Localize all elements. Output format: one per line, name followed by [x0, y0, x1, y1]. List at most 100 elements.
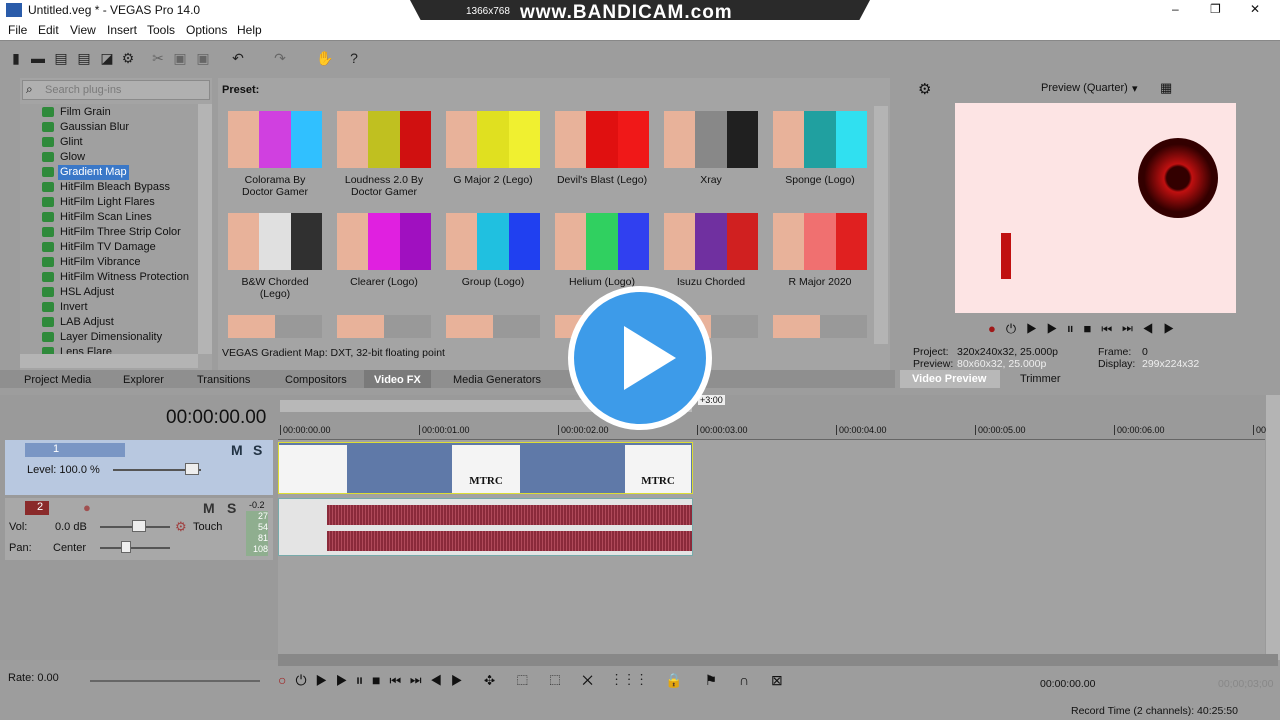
tree-hscrollbar[interactable]: [20, 354, 198, 368]
plugin-item[interactable]: HitFilm Witness Protection: [42, 270, 191, 285]
preset-item[interactable]: R Major 2020: [773, 213, 867, 288]
preset-item[interactable]: Colorama By Doctor Gamer: [228, 111, 322, 198]
tab-project-media[interactable]: Project Media: [24, 374, 91, 386]
plugin-item[interactable]: HitFilm Scan Lines: [42, 210, 154, 225]
menu-insert[interactable]: Insert: [107, 23, 137, 37]
cut-icon[interactable]: ✂: [150, 50, 166, 66]
tree-scrollbar[interactable]: [198, 104, 212, 354]
preview-transport[interactable]: ●⏻▶▶⏸■⏮⏭◀▶: [988, 321, 1184, 337]
tab-compositors[interactable]: Compositors: [285, 374, 347, 386]
gear-icon[interactable]: ⚙: [120, 50, 136, 66]
cursor-time[interactable]: 00:00:00.00: [1040, 678, 1095, 690]
save-as-icon[interactable]: ▤: [76, 50, 92, 66]
preset-item[interactable]: [773, 315, 867, 338]
preset-label: Clearer (Logo): [350, 276, 418, 288]
grid-icon[interactable]: ▦: [1160, 80, 1172, 96]
level-slider-thumb[interactable]: [185, 463, 199, 475]
menu-options[interactable]: Options: [186, 23, 227, 37]
vol-slider-thumb[interactable]: [132, 520, 146, 532]
plugin-item[interactable]: Layer Dimensionality: [42, 330, 164, 345]
preset-item[interactable]: Xray: [664, 111, 758, 186]
pan-slider-thumb[interactable]: [121, 541, 131, 553]
preset-item[interactable]: Sponge (Logo): [773, 111, 867, 186]
tab-media-generators[interactable]: Media Generators: [453, 374, 541, 386]
record-arm-icon[interactable]: ●: [83, 500, 91, 515]
tab-video-fx[interactable]: Video FX: [364, 370, 431, 388]
plugin-item[interactable]: HitFilm Light Flares: [42, 195, 157, 210]
plugin-item[interactable]: HitFilm Three Strip Color: [42, 225, 183, 240]
audio-clip[interactable]: [278, 498, 693, 556]
mute-button[interactable]: M: [203, 500, 215, 516]
plugin-item[interactable]: Film Grain: [42, 105, 113, 120]
timeline-hscrollbar[interactable]: [278, 654, 1278, 666]
preset-thumbnail: [773, 315, 867, 338]
maximize-button[interactable]: ❐: [1210, 2, 1221, 16]
timeline-vscrollbar[interactable]: [1266, 395, 1280, 660]
pan-slider[interactable]: [100, 547, 170, 549]
tab-transitions[interactable]: Transitions: [197, 374, 250, 386]
menu-help[interactable]: Help: [237, 23, 262, 37]
plugin-item[interactable]: HSL Adjust: [42, 285, 116, 300]
video-clip[interactable]: MTRC MTRC: [278, 442, 693, 494]
solo-button[interactable]: S: [227, 500, 236, 516]
preset-scrollbar[interactable]: [874, 106, 888, 344]
plugin-item[interactable]: Gradient Map: [42, 165, 129, 180]
preset-item[interactable]: Loudness 2.0 By Doctor Gamer: [337, 111, 431, 198]
plugin-item[interactable]: HitFilm Vibrance: [42, 255, 143, 270]
menu-view[interactable]: View: [70, 23, 96, 37]
new-icon[interactable]: ▮: [8, 50, 24, 66]
paste-icon[interactable]: ▣: [195, 50, 211, 66]
copy-icon[interactable]: ▣: [172, 50, 188, 66]
preset-item[interactable]: Devil's Blast (Lego): [555, 111, 649, 186]
plugin-icon: [42, 122, 54, 132]
undo-icon[interactable]: ↶: [230, 50, 246, 66]
preview-quality-dropdown[interactable]: Preview (Quarter): [1041, 82, 1128, 94]
minimize-button[interactable]: –: [1172, 2, 1179, 16]
help-icon[interactable]: ?: [346, 50, 362, 66]
search-input[interactable]: Search plug-ins: [22, 80, 210, 100]
plugin-item[interactable]: Invert: [42, 300, 90, 315]
render-icon[interactable]: ◪: [99, 50, 115, 66]
redo-icon[interactable]: ↷: [272, 50, 288, 66]
mute-button[interactable]: M: [231, 442, 243, 458]
tab-trimmer[interactable]: Trimmer: [1020, 373, 1061, 385]
save-icon[interactable]: ▤: [53, 50, 69, 66]
plugin-item[interactable]: Glow: [42, 150, 87, 165]
automation-mode-dropdown[interactable]: Touch: [193, 521, 222, 533]
open-icon[interactable]: ▬: [30, 50, 46, 66]
rate-slider[interactable]: [90, 680, 260, 682]
solo-button[interactable]: S: [253, 442, 262, 458]
tab-video-preview[interactable]: Video Preview: [900, 370, 1000, 388]
preset-item[interactable]: [446, 315, 540, 338]
menu-file[interactable]: File: [8, 23, 27, 37]
preset-item[interactable]: Clearer (Logo): [337, 213, 431, 288]
gear-icon[interactable]: ⚙: [175, 519, 187, 535]
plugin-item[interactable]: HitFilm Bleach Bypass: [42, 180, 172, 195]
hand-icon[interactable]: ✋: [316, 50, 333, 66]
preset-item[interactable]: Helium (Logo): [555, 213, 649, 288]
preset-item[interactable]: B&W Chorded (Lego): [228, 213, 322, 300]
plugin-item[interactable]: LAB Adjust: [42, 315, 116, 330]
transport-controls[interactable]: ○⏻▶▶⏸■⏮⏭◀▶ ✥ ⬚ ⬚ ✕ ⋮⋮⋮ 🔒 ⚑ ∩ ⊠: [278, 672, 1278, 698]
plugin-item[interactable]: Glint: [42, 135, 85, 150]
menu-edit[interactable]: Edit: [38, 23, 59, 37]
close-button[interactable]: ✕: [1250, 2, 1260, 16]
preset-item[interactable]: [337, 315, 431, 338]
plugin-item[interactable]: HitFilm TV Damage: [42, 240, 158, 255]
tab-explorer[interactable]: Explorer: [123, 374, 164, 386]
plugin-item[interactable]: Lens Flare: [42, 345, 114, 354]
preset-item[interactable]: Group (Logo): [446, 213, 540, 288]
preset-item[interactable]: [228, 315, 322, 338]
plugin-item[interactable]: Gaussian Blur: [42, 120, 131, 135]
time-ruler[interactable]: 00:00:00.00 00:00:01.00 00:00:02.00 00:00:0…: [278, 420, 1269, 440]
preset-item[interactable]: Isuzu Chorded: [664, 213, 758, 288]
ruler-tick-label: 00:00:03.00: [697, 425, 748, 435]
toolbar: ▮ ▬ ▤ ▤ ◪ ⚙ ✂ ▣ ▣ ↶ ↷ ✋ ?: [0, 40, 1280, 75]
menu-tools[interactable]: Tools: [147, 23, 175, 37]
preset-item[interactable]: G Major 2 (Lego): [446, 111, 540, 186]
end-time[interactable]: 00;00;03;00: [1218, 678, 1273, 690]
gear-icon[interactable]: ⚙: [918, 80, 931, 98]
chevron-down-icon[interactable]: ▾: [1132, 82, 1138, 95]
track-area: MTRC MTRC: [278, 440, 1265, 660]
video-play-button[interactable]: [568, 286, 712, 430]
